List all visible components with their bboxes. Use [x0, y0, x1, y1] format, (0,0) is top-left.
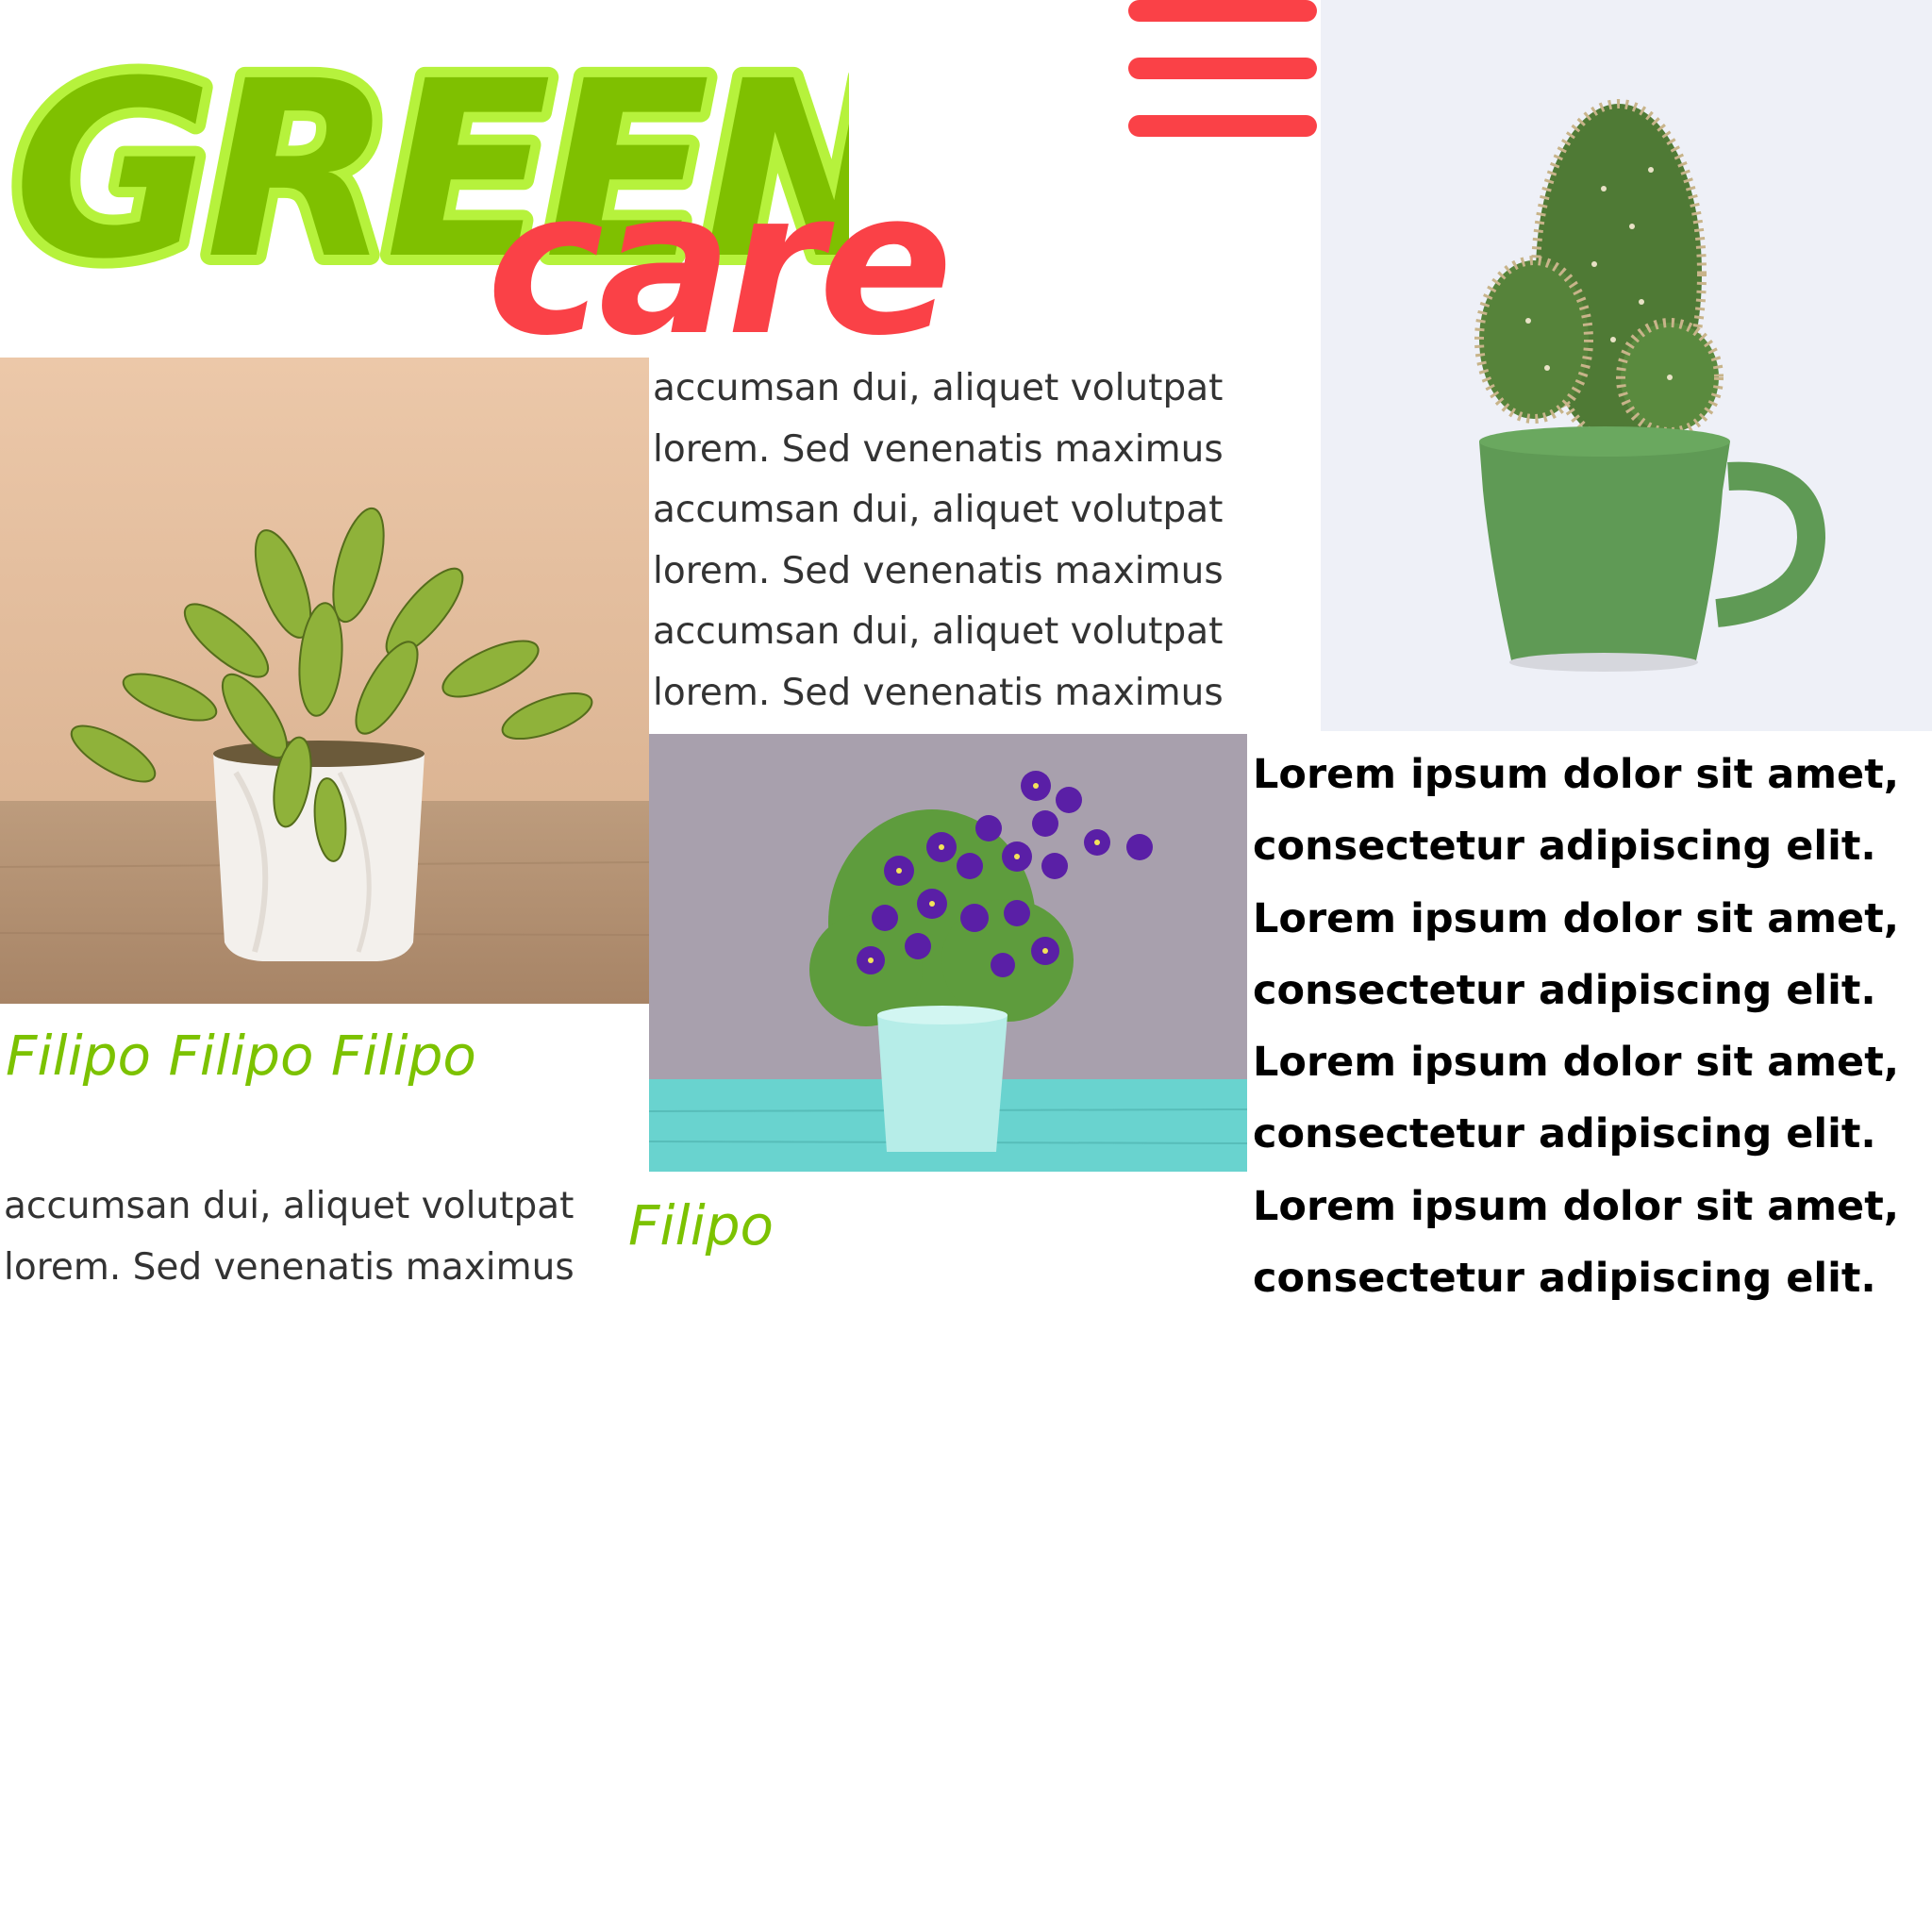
lorem-paragraph: Lorem ipsum dolor sit amet, consectetur …: [1253, 751, 1900, 1303]
plant-caption: Filipo Filipo Filipo: [6, 1024, 476, 1088]
hamburger-menu-button[interactable]: [1128, 0, 1317, 140]
menu-bar-bottom: [1128, 115, 1317, 137]
logo-care-text: care: [487, 170, 947, 377]
flower-caption: Filipo: [628, 1193, 774, 1257]
pothos-plant-photo: [0, 358, 649, 1004]
cactus-in-mug-photo: [1321, 0, 1932, 731]
menu-bar-middle: [1128, 58, 1317, 79]
pansy-pot-photo: [649, 734, 1247, 1172]
plant-description: accumsan dui, aliquet volutpat lorem. Se…: [4, 1185, 575, 1289]
intro-paragraph: accumsan dui, aliquet volutpat lorem. Se…: [653, 367, 1224, 714]
logo-care-wordmark: care: [487, 170, 953, 377]
hamburger-menu-icon: [1128, 0, 1317, 22]
